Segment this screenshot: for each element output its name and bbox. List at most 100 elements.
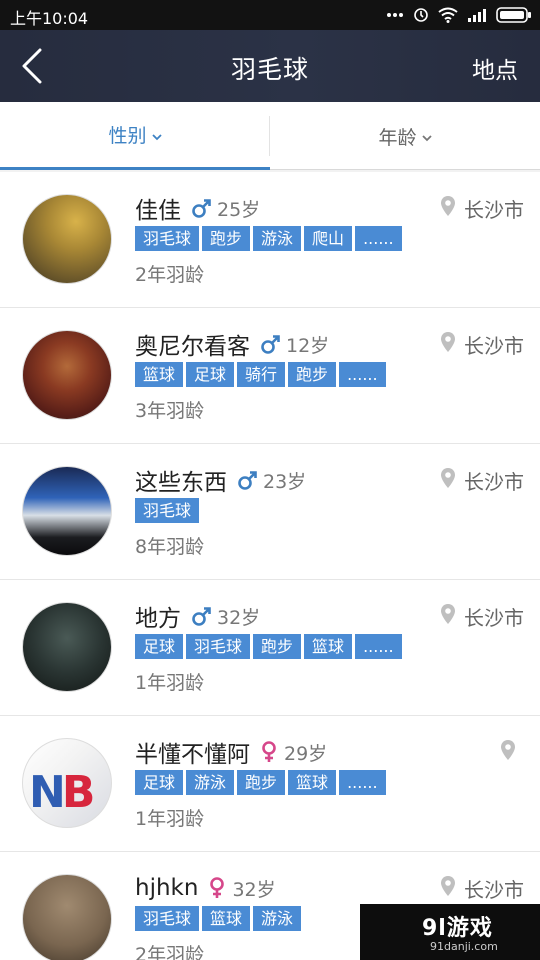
tag: 篮球	[135, 362, 184, 387]
status-bar: 上午10:04	[0, 0, 540, 30]
user-age: 32岁	[232, 878, 276, 901]
location: 长沙市	[440, 466, 524, 494]
status-time: 上午10:04	[10, 9, 89, 28]
user-name: 奥尼尔看客	[135, 334, 250, 360]
alarm-icon	[413, 7, 429, 23]
tag: 足球	[186, 362, 235, 387]
chevron-down-icon	[151, 124, 162, 146]
list-item[interactable]: 奥尼尔看客 12岁 长沙市 篮球 足球 骑行 跑步 ...... 3年羽龄	[0, 308, 540, 444]
tag: 足球	[135, 770, 184, 795]
tag: 篮球	[288, 770, 337, 795]
tag-list: 羽毛球 跑步 游泳 爬山 ......	[135, 226, 402, 252]
avatar	[22, 602, 112, 692]
tag: 篮球	[304, 634, 353, 659]
name-row: 这些东西 23岁	[135, 464, 306, 496]
location: 长沙市	[440, 874, 524, 902]
location	[500, 738, 524, 766]
tag-list: 羽毛球	[135, 498, 200, 524]
tag: 游泳	[186, 770, 235, 795]
more-dots-icon	[386, 12, 404, 18]
watermark-logo: 9l游戏	[422, 916, 493, 941]
tag: 骑行	[237, 362, 286, 387]
page-title: 羽毛球	[230, 55, 309, 84]
tag: 跑步	[237, 770, 286, 795]
tab-gender-filter[interactable]: 性别	[0, 102, 270, 170]
user-age: 25岁	[217, 198, 261, 221]
user-age: 12岁	[286, 334, 330, 357]
name-row: 地方 32岁	[135, 600, 260, 632]
user-list: 佳佳 25岁 长沙市 羽毛球 跑步 游泳 爬山 ...... 2年羽龄 奥尼尔看…	[0, 172, 540, 960]
tag: 游泳	[253, 226, 302, 251]
avatar	[22, 194, 112, 284]
location-pin-icon	[440, 467, 456, 494]
location-pin-icon	[440, 875, 456, 902]
tag-more: ......	[355, 634, 402, 659]
status-icons	[386, 6, 532, 24]
user-age: 23岁	[263, 470, 307, 493]
tag-more: ......	[355, 226, 402, 251]
list-item[interactable]: 这些东西 23岁 长沙市 羽毛球 8年羽龄	[0, 444, 540, 580]
experience: 1年羽龄	[135, 672, 205, 694]
list-item[interactable]: 佳佳 25岁 长沙市 羽毛球 跑步 游泳 爬山 ...... 2年羽龄	[0, 172, 540, 308]
location-pin-icon	[500, 739, 516, 766]
female-icon	[260, 740, 278, 764]
location-text: 长沙市	[464, 605, 524, 630]
filter-bar: 性别 年龄	[0, 102, 540, 170]
experience: 2年羽龄	[135, 264, 205, 286]
user-age: 32岁	[217, 606, 261, 629]
experience: 2年羽龄	[135, 944, 205, 960]
tag-list: 足球 游泳 跑步 篮球 ......	[135, 770, 386, 796]
name-row: hjhkn 32岁	[135, 872, 276, 904]
tag: 羽毛球	[135, 226, 200, 251]
user-name: 佳佳	[135, 198, 181, 224]
wifi-icon	[438, 7, 458, 23]
avatar	[22, 466, 112, 556]
avatar	[22, 874, 112, 960]
tag: 羽毛球	[186, 634, 251, 659]
tag-list: 足球 羽毛球 跑步 篮球 ......	[135, 634, 402, 660]
list-item[interactable]: 地方 32岁 长沙市 足球 羽毛球 跑步 篮球 ...... 1年羽龄	[0, 580, 540, 716]
tag: 跑步	[288, 362, 337, 387]
nba-logo-image: NB	[29, 767, 95, 818]
female-icon	[208, 876, 226, 900]
male-icon	[191, 605, 211, 627]
tag: 游泳	[253, 906, 302, 931]
name-row: 奥尼尔看客 12岁	[135, 328, 329, 360]
user-name: 这些东西	[135, 470, 227, 496]
tag-more: ......	[339, 770, 386, 795]
watermark-site: 91danji.com	[430, 940, 498, 953]
male-icon	[191, 197, 211, 219]
tag-list: 羽毛球 篮球 游泳	[135, 906, 302, 932]
user-name: 地方	[135, 606, 181, 632]
experience: 1年羽龄	[135, 808, 205, 830]
location: 长沙市	[440, 194, 524, 222]
location-pin-icon	[440, 331, 456, 358]
tag: 羽毛球	[135, 906, 200, 931]
location-text: 长沙市	[464, 877, 524, 902]
avatar	[22, 330, 112, 420]
tab-gender-label: 性别	[108, 125, 147, 147]
user-name: hjhkn	[135, 875, 199, 901]
tag-more: ......	[339, 362, 386, 387]
location-text: 长沙市	[464, 333, 524, 358]
tab-age-label: 年龄	[378, 126, 417, 149]
tag: 跑步	[253, 634, 302, 659]
tag-list: 篮球 足球 骑行 跑步 ......	[135, 362, 386, 388]
avatar: NB	[22, 738, 112, 828]
user-age: 29岁	[284, 742, 328, 765]
list-item[interactable]: NB 半懂不懂阿 29岁 足球 游泳 跑步 篮球 ...... 1年羽龄	[0, 716, 540, 852]
experience: 8年羽龄	[135, 536, 205, 558]
location-button[interactable]: 地点	[472, 51, 518, 85]
experience: 3年羽龄	[135, 400, 205, 422]
tag: 爬山	[304, 226, 353, 251]
chevron-down-icon	[421, 125, 432, 147]
name-row: 佳佳 25岁	[135, 192, 260, 224]
tab-age-filter[interactable]: 年龄	[270, 102, 540, 170]
site-watermark: 9l游戏 91danji.com	[360, 904, 540, 960]
tag: 篮球	[202, 906, 251, 931]
male-icon	[260, 333, 280, 355]
location-pin-icon	[440, 195, 456, 222]
location: 长沙市	[440, 602, 524, 630]
male-icon	[237, 469, 257, 491]
tag: 足球	[135, 634, 184, 659]
